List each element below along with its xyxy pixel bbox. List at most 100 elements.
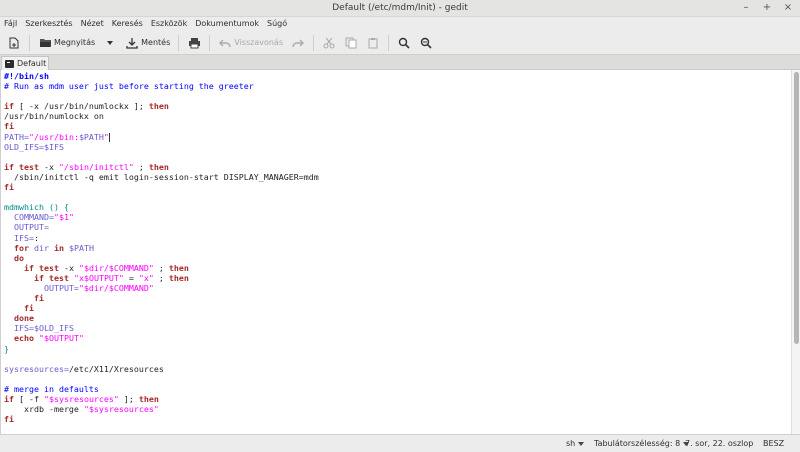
code-token: do (14, 252, 24, 263)
search-button[interactable] (393, 33, 415, 53)
open-button[interactable]: Megnyitás (34, 33, 99, 53)
vertical-scrollbar[interactable] (791, 70, 800, 434)
code-line[interactable]: #!/bin/sh (4, 71, 791, 81)
menu-edit[interactable]: Szerkesztés (21, 17, 76, 31)
open-dropdown-button[interactable] (99, 33, 121, 53)
code-line[interactable]: OLD_IFS=$IFS (4, 142, 791, 152)
menu-search[interactable]: Keresés (108, 17, 147, 31)
code-line[interactable] (4, 91, 791, 101)
code-line[interactable]: sysresources=/etc/X11/Xresources (4, 364, 791, 374)
clipboard-icon (366, 36, 380, 50)
code-line[interactable]: if test -x "$dir/$COMMAND" ; then (4, 263, 791, 273)
code-line[interactable]: # merge in defaults (4, 384, 791, 394)
cut-button[interactable] (318, 33, 340, 53)
code-line[interactable]: /sbin/initctl -q emit login-session-star… (4, 172, 791, 182)
code-token: /etc/X11/Xresources (68, 363, 164, 374)
code-token: if (33, 272, 44, 283)
tab-default[interactable]: Default (1, 56, 49, 70)
redo-button[interactable] (287, 33, 309, 53)
code-token: if (4, 161, 14, 172)
code-line[interactable]: if test "x$OUTPUT" = "x" ; then (4, 273, 791, 283)
code-line[interactable]: IFS=$OLD_IFS (4, 323, 791, 333)
maximize-button[interactable]: + (761, 2, 773, 14)
menu-help[interactable]: Súgó (263, 17, 291, 31)
code-token: fi (33, 293, 44, 304)
new-document-button[interactable] (3, 33, 25, 53)
code-line[interactable] (4, 354, 791, 364)
code-token: done (14, 313, 34, 324)
code-line[interactable]: mdmwhich () { (4, 202, 791, 212)
code-token: then (138, 394, 159, 404)
code-line[interactable]: do (4, 253, 791, 263)
code-line[interactable]: done (4, 313, 791, 323)
code-token: # Run as mdm user just before starting t… (4, 81, 254, 92)
code-line[interactable] (4, 374, 791, 384)
new-document-icon (7, 36, 21, 50)
code-token: then (148, 101, 169, 112)
code-line[interactable] (4, 152, 791, 162)
minimize-button[interactable]: – (740, 2, 752, 14)
code-token: : (33, 232, 39, 243)
menu-view[interactable]: Nézet (77, 17, 108, 31)
code-token: ; (153, 272, 169, 283)
code-token: xrdb -merge (4, 404, 84, 415)
close-button[interactable]: × (782, 2, 794, 14)
code-line[interactable] (4, 424, 791, 434)
code-token: $PATH (78, 131, 104, 142)
code-line[interactable]: if [ -x /usr/bin/numlockx ]; then (4, 101, 791, 111)
undo-button[interactable]: Visszavonás (214, 33, 287, 53)
find-replace-button[interactable] (415, 33, 437, 53)
code-line[interactable]: for dir in $PATH (4, 243, 791, 253)
language-selector[interactable]: sh (566, 439, 585, 448)
code-line[interactable]: /usr/bin/numlockx on (4, 111, 791, 121)
redo-icon (291, 36, 305, 50)
code-token: in (54, 242, 64, 253)
menu-file[interactable]: Fájl (0, 17, 21, 31)
code-line[interactable]: # Run as mdm user just before starting t… (4, 81, 791, 91)
code-token: then (148, 161, 169, 172)
save-label: Mentés (141, 38, 171, 47)
code-line[interactable]: IFS=: (4, 233, 791, 243)
code-line[interactable]: fi (4, 182, 791, 192)
code-line[interactable]: } (4, 344, 791, 354)
chevron-down-icon (578, 441, 585, 446)
code-line[interactable]: OUTPUT= (4, 222, 791, 232)
code-line[interactable] (4, 192, 791, 202)
code-line[interactable]: OUTPUT="$dir/$COMMAND" (4, 283, 791, 293)
code-token: = (123, 272, 139, 283)
print-button[interactable] (183, 33, 205, 53)
status-bar: sh Tabulátorszélesség: 8 7. sor, 22. osz… (0, 434, 800, 452)
code-token: IFS= (4, 323, 34, 334)
code-line[interactable]: if [ -f "$sysresources" ]; then (4, 394, 791, 404)
code-line[interactable]: if test -x "/sbin/initctl" ; then (4, 162, 791, 172)
code-line[interactable]: COMMAND="$1" (4, 212, 791, 222)
code-token: "$OUTPUT" (38, 333, 84, 344)
code-line[interactable]: xrdb -merge "$sysresources" (4, 404, 791, 414)
menu-tools[interactable]: Eszközök (147, 17, 191, 31)
code-token: ; (153, 262, 169, 273)
code-line[interactable]: fi (4, 121, 791, 131)
code-line[interactable]: PATH="/usr/bin:$PATH" (4, 132, 791, 142)
code-line[interactable]: fi (4, 303, 791, 313)
chevron-down-icon (103, 36, 117, 50)
toolbar-separator (388, 34, 389, 51)
menu-documents[interactable]: Dokumentumok (191, 17, 263, 31)
copy-button[interactable] (340, 33, 362, 53)
paste-button[interactable] (362, 33, 384, 53)
code-line[interactable]: fi (4, 414, 791, 424)
code-line[interactable]: echo "$OUTPUT" (4, 333, 791, 343)
code-token: then (168, 272, 189, 283)
save-button[interactable]: Mentés (121, 33, 174, 53)
tab-width-selector[interactable]: Tabulátorszélesség: 8 (594, 439, 690, 448)
code-token: then (168, 262, 189, 273)
code-line[interactable]: fi (4, 293, 791, 303)
window-title: Default (/etc/mdm/Init) - gedit (332, 3, 468, 13)
scroll-thumb[interactable] (794, 72, 799, 344)
code-token: "$dir/$COMMAND" (78, 262, 154, 273)
code-view[interactable]: #!/bin/sh # Run as mdm user just before s… (1, 70, 791, 434)
find-replace-icon (419, 36, 433, 50)
text-editor[interactable]: #!/bin/sh # Run as mdm user just before s… (0, 70, 791, 434)
